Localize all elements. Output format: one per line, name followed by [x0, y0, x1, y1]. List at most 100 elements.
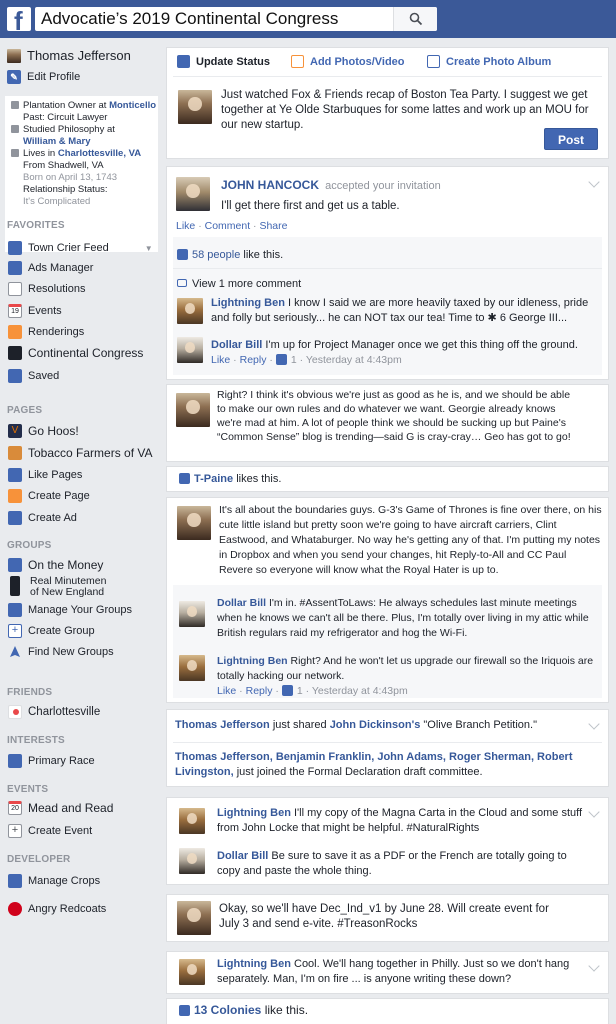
like-link[interactable]: Like — [176, 220, 195, 232]
comment-author[interactable]: Lightning Ben — [217, 807, 291, 819]
tab-add-photos[interactable]: Add Photos/Video — [291, 55, 405, 68]
nav-renderings[interactable]: Renderings — [8, 325, 84, 339]
share-link[interactable]: Share — [259, 220, 287, 232]
post-text: Okay, so we'll have Dec_Ind_v1 by June 2… — [219, 903, 549, 930]
nav-saved[interactable]: Saved — [8, 369, 59, 383]
nav-charlottesville[interactable]: Charlottesville — [8, 705, 100, 719]
reply-link[interactable]: Reply — [246, 685, 273, 697]
nav-on-the-money[interactable]: On the Money — [8, 558, 103, 572]
photo-icon — [291, 55, 304, 68]
search-button[interactable] — [393, 7, 437, 31]
bar-chart-icon — [8, 511, 22, 525]
events-header: EVENTS — [7, 784, 49, 795]
post-text: Right? I think it's obvious we're just a… — [217, 389, 571, 443]
nav-ads-manager[interactable]: Ads Manager — [8, 261, 93, 275]
nav-create-page[interactable]: Create Page — [8, 489, 90, 503]
post-jefferson-right: Right? I think it's obvious we're just a… — [166, 384, 609, 462]
liker-link[interactable]: T-Paine — [194, 473, 233, 485]
nav-resolutions[interactable]: Resolutions — [8, 282, 85, 296]
avatar — [179, 808, 205, 834]
city-link[interactable]: Charlottesville, VA — [58, 148, 141, 159]
likes-count[interactable]: 58 people — [192, 249, 240, 261]
comment-bubble-icon — [177, 279, 187, 287]
nav-continental-congress[interactable]: Continental Congress — [8, 346, 143, 360]
thumbs-up-icon — [179, 1005, 190, 1016]
nav-events[interactable]: 19 Events — [8, 304, 62, 318]
plus-icon: + — [8, 824, 22, 838]
post-options-chevron[interactable] — [588, 960, 600, 972]
post-author[interactable]: JOHN HANCOCK — [221, 178, 319, 192]
post-text: It's all about the boundaries guys. G-3'… — [219, 504, 602, 576]
nav-create-group[interactable]: + Create Group — [8, 624, 95, 638]
comment-author[interactable]: Dollar Bill — [217, 597, 266, 609]
comment-author[interactable]: Lightning Ben — [211, 297, 285, 309]
comment-author[interactable]: Lightning Ben — [217, 655, 288, 667]
comment-author[interactable]: Dollar Bill — [211, 339, 262, 351]
tab-update-status[interactable]: Update Status — [177, 55, 270, 68]
likes-count[interactable]: 13 Colonies — [194, 1003, 261, 1017]
reply-link[interactable]: Reply — [240, 354, 267, 366]
post-boundaries: It's all about the boundaries guys. G-3'… — [166, 497, 609, 703]
thumbs-up-icon — [281, 685, 293, 696]
caret-down-icon[interactable]: ▼ — [145, 244, 153, 253]
search-input[interactable]: Advocatie’s 2019 Continental Congress — [35, 7, 437, 31]
author-link[interactable]: John Dickinson's — [330, 719, 421, 731]
nav-manage-groups[interactable]: Manage Your Groups — [8, 603, 132, 617]
minuteman-icon — [10, 576, 20, 596]
graduation-cap-icon — [11, 125, 19, 133]
nav-like-pages[interactable]: Like Pages — [8, 468, 82, 482]
avatar — [179, 601, 205, 627]
tobacco-leaf-icon — [8, 446, 22, 460]
nav-mead-and-read[interactable]: 20 Mead and Read — [8, 801, 113, 815]
angry-bird-icon — [8, 902, 22, 916]
comment-author[interactable]: Lightning Ben — [217, 958, 291, 970]
avatar — [179, 655, 205, 681]
monticello-link[interactable]: Monticello — [109, 100, 156, 111]
post-dec-ind: Okay, so we'll have Dec_Ind_v1 by June 2… — [166, 894, 609, 942]
nav-create-ad[interactable]: Create Ad — [8, 511, 77, 525]
school-link[interactable]: William & Mary — [11, 136, 152, 148]
divider — [173, 76, 602, 77]
author-link[interactable]: Thomas Jefferson — [175, 719, 270, 731]
like-link[interactable]: Like — [217, 685, 236, 697]
group-page-icon — [8, 346, 22, 360]
composer-text[interactable]: Just watched Fox & Friends recap of Bost… — [221, 88, 601, 133]
search-icon — [409, 12, 423, 26]
nav-find-groups[interactable]: Find New Groups — [8, 645, 114, 659]
nav-go-hoos[interactable]: V Go Hoos! — [8, 424, 79, 438]
document-icon — [8, 282, 22, 296]
post-options-chevron[interactable] — [588, 718, 600, 730]
facebook-logo[interactable]: f — [7, 6, 31, 36]
avatar — [177, 506, 211, 540]
view-more-comments[interactable]: View 1 more comment — [177, 277, 301, 292]
nav-primary-race[interactable]: Primary Race — [8, 754, 95, 768]
post-hang-together: Lightning Ben Cool. We'll hang together … — [166, 951, 609, 994]
nav-tobacco-farmers[interactable]: Tobacco Farmers of VA — [8, 446, 153, 460]
like-link[interactable]: Like — [211, 354, 230, 366]
post-options-chevron[interactable] — [588, 176, 600, 188]
status-composer: Update Status Add Photos/Video Create Ph… — [166, 47, 609, 159]
calendar-icon: 20 — [8, 801, 22, 815]
post-button[interactable]: Post — [544, 128, 598, 150]
developer-header: DEVELOPER — [7, 854, 71, 865]
pages-header: PAGES — [7, 405, 43, 416]
avatar — [177, 337, 203, 363]
nav-real-minutemen[interactable]: Real Minutemen of New England — [8, 576, 106, 598]
avatar — [176, 393, 210, 427]
divider — [173, 268, 602, 269]
search-query: Advocatie’s 2019 Continental Congress — [41, 9, 339, 28]
uva-logo-icon: V — [8, 424, 22, 438]
nav-town-crier-feed[interactable]: Town Crier Feed ▼ — [8, 241, 153, 255]
nav-create-event[interactable]: + Create Event — [8, 824, 92, 838]
nav-manage-crops[interactable]: Manage Crops — [8, 874, 100, 888]
nav-angry-redcoats[interactable]: Angry Redcoats — [8, 902, 106, 916]
friends-header: FRIENDS — [7, 687, 53, 698]
tab-create-album[interactable]: Create Photo Album — [427, 55, 551, 68]
top-bar: f Advocatie’s 2019 Continental Congress — [0, 0, 616, 38]
edit-profile-link[interactable]: ✎ Edit Profile — [7, 70, 80, 84]
comment-author[interactable]: Dollar Bill — [217, 850, 268, 862]
post-options-chevron[interactable] — [588, 806, 600, 818]
profile-name: Thomas Jefferson — [27, 48, 131, 63]
comment-link[interactable]: Comment — [205, 220, 251, 232]
profile-link[interactable]: Thomas Jefferson — [7, 48, 131, 63]
